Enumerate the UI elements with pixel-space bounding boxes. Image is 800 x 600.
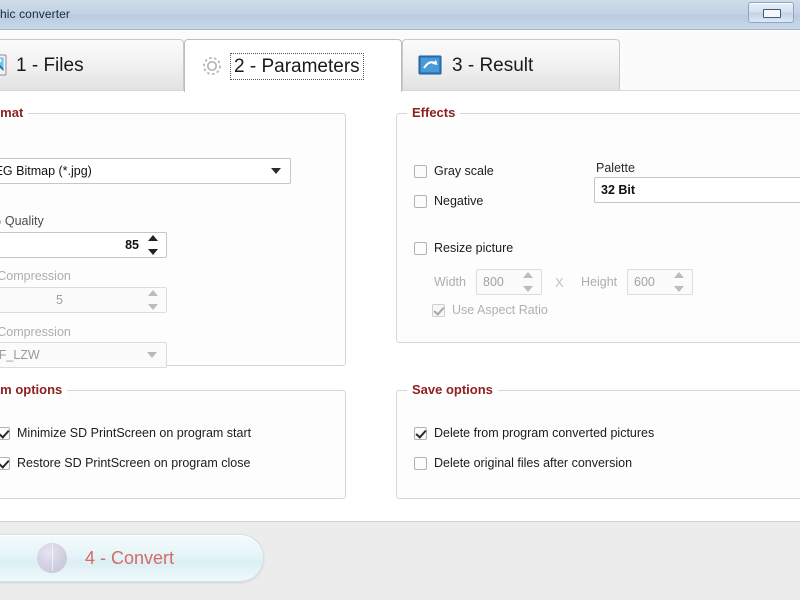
resize-picture-label: Resize picture <box>434 241 514 255</box>
delete-converted-checkbox[interactable] <box>414 426 427 440</box>
chevron-down-icon[interactable] <box>674 286 684 292</box>
delete-originals-checkbox[interactable] <box>414 456 427 470</box>
chevron-down-icon <box>147 352 157 358</box>
negative-checkbox[interactable] <box>414 194 427 208</box>
chevron-up-icon[interactable] <box>148 235 158 241</box>
use-aspect-ratio-label: Use Aspect Ratio <box>452 303 548 317</box>
program-options-legend: ogram options <box>0 382 68 397</box>
export-image-icon <box>418 55 442 75</box>
width-label: Width <box>434 275 466 289</box>
width-value: 800 <box>483 275 504 289</box>
resize-picture-checkbox[interactable] <box>414 241 427 255</box>
negative-label: Negative <box>434 194 484 208</box>
png-compression-spinner[interactable]: 5 <box>0 287 167 313</box>
restore-on-close-label: Restore SD PrintScreen on program close <box>17 456 251 470</box>
chevron-up-icon[interactable] <box>674 272 684 278</box>
window-title: hic converter <box>0 7 70 21</box>
save-options-legend: Save options <box>407 382 498 397</box>
file-format-group: e format JPEG Bitmap (*.jpg) PEG Quality… <box>0 105 346 368</box>
jpeg-quality-spinner[interactable]: 85 <box>0 232 167 258</box>
minimize-on-start-label: Minimize SD PrintScreen on program start <box>17 426 252 440</box>
restore-on-close-checkbox[interactable] <box>0 456 10 470</box>
effects-group: Effects Gray scale Negative Resize pictu… <box>396 105 800 343</box>
height-spinner[interactable]: 600 <box>627 269 693 295</box>
convert-button[interactable]: 4 - Convert <box>0 534 264 582</box>
effects-legend: Effects <box>407 105 461 120</box>
delete-converted-label: Delete from program converted pictures <box>434 426 655 440</box>
tab-strip: 1 - Files 2 - Parameters 3 - Result <box>0 31 800 92</box>
chevron-down-icon[interactable] <box>148 304 158 310</box>
jpeg-quality-label: PEG Quality <box>0 214 44 228</box>
tiff-compression-combo[interactable]: TIFF_LZW <box>0 342 167 368</box>
tab-files[interactable]: 1 - Files <box>0 39 184 90</box>
use-aspect-ratio-checkbox[interactable] <box>432 303 445 317</box>
use-aspect-ratio-row[interactable]: Use Aspect Ratio <box>432 303 548 317</box>
tab-files-label: 1 - Files <box>16 54 84 76</box>
gray-scale-label: Gray scale <box>434 164 494 178</box>
png-compression-value: 5 <box>56 293 63 307</box>
program-option-row-restore[interactable]: Restore SD PrintScreen on program close <box>0 456 250 470</box>
delete-originals-label: Delete original files after conversion <box>434 456 633 470</box>
output-format-value: JPEG Bitmap (*.jpg) <box>0 164 92 178</box>
tab-parameters[interactable]: 2 - Parameters <box>184 39 402 92</box>
width-spinner[interactable]: 800 <box>476 269 542 295</box>
tab-result-label: 3 - Result <box>452 54 534 76</box>
tab-parameters-label: 2 - Parameters <box>230 52 364 80</box>
title-bar: hic converter <box>0 0 800 30</box>
palette-value: 32 Bit <box>601 183 636 197</box>
save-option-row-delete-originals[interactable]: Delete original files after conversion <box>414 456 632 470</box>
jpeg-quality-stepper-arrows[interactable] <box>145 235 161 255</box>
palette-combo[interactable]: 32 Bit <box>594 177 800 203</box>
picture-icon <box>0 54 7 76</box>
footer-bar: 4 - Convert Exit <box>0 521 800 600</box>
width-stepper-arrows[interactable] <box>520 272 536 292</box>
parameters-panel: e format JPEG Bitmap (*.jpg) PEG Quality… <box>0 91 800 521</box>
jpeg-quality-value: 85 <box>125 238 139 252</box>
tiff-compression-label: IFF Compression <box>0 325 71 339</box>
height-label: Height <box>581 275 618 289</box>
png-compression-stepper-arrows[interactable] <box>145 290 161 310</box>
file-format-legend: e format <box>0 105 29 120</box>
gray-scale-checkbox[interactable] <box>414 164 427 178</box>
convert-button-label: 4 - Convert <box>85 547 175 568</box>
chevron-down-icon <box>271 168 281 174</box>
program-options-group: ogram options Minimize SD PrintScreen on… <box>0 382 346 499</box>
gray-scale-row[interactable]: Gray scale <box>414 164 494 178</box>
palette-label: Palette <box>596 161 635 175</box>
restore-window-icon <box>763 9 781 18</box>
dimension-separator: X <box>555 275 564 290</box>
negative-row[interactable]: Negative <box>414 194 483 208</box>
save-option-row-delete-converted[interactable]: Delete from program converted pictures <box>414 426 654 440</box>
height-stepper-arrows[interactable] <box>671 272 687 292</box>
chevron-down-icon[interactable] <box>523 286 533 292</box>
tab-result[interactable]: 3 - Result <box>402 39 620 90</box>
resize-picture-row[interactable]: Resize picture <box>414 241 513 255</box>
save-options-group: Save options Delete from program convert… <box>396 382 800 499</box>
chevron-down-icon[interactable] <box>148 249 158 255</box>
output-format-combo[interactable]: JPEG Bitmap (*.jpg) <box>0 158 291 184</box>
tiff-compression-value: TIFF_LZW <box>0 348 40 362</box>
png-compression-label: NG Compression <box>0 269 71 283</box>
application-window: hic converter 1 - Files 2 - Parameters 3… <box>0 0 800 600</box>
gear-icon <box>203 57 221 75</box>
height-value: 600 <box>634 275 655 289</box>
minimize-on-start-checkbox[interactable] <box>0 426 10 440</box>
globe-icon <box>37 543 67 573</box>
program-option-row-minimize[interactable]: Minimize SD PrintScreen on program start <box>0 426 251 440</box>
chevron-up-icon[interactable] <box>148 290 158 296</box>
chevron-up-icon[interactable] <box>523 272 533 278</box>
restore-window-button[interactable] <box>748 2 794 23</box>
